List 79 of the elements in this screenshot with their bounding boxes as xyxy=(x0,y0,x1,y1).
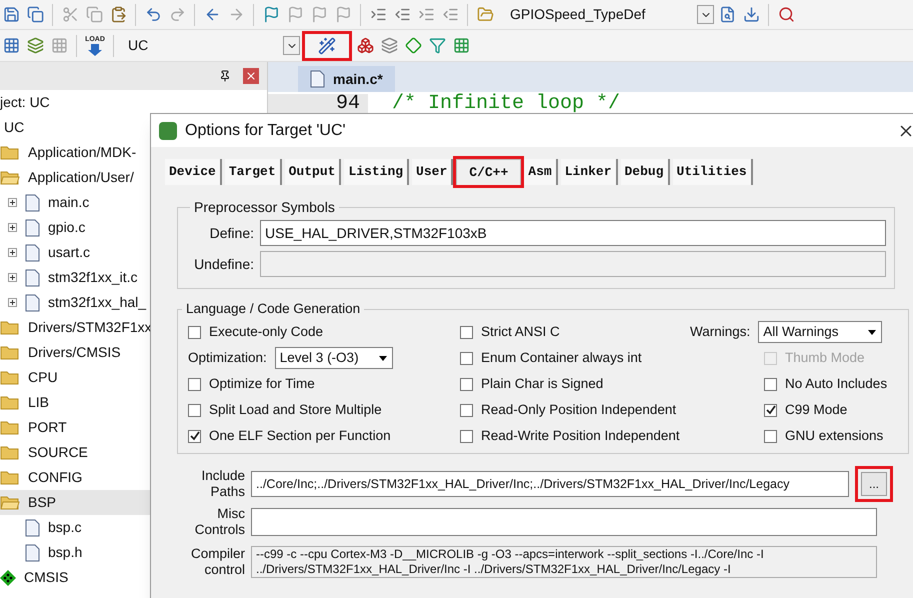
tab[interactable]: User xyxy=(412,159,454,185)
field-label: Compiler control xyxy=(190,546,245,578)
file-icon xyxy=(25,244,40,262)
checkbox-label: Plain Char is Signed xyxy=(481,375,604,394)
checkbox[interactable] xyxy=(188,404,201,417)
checkbox[interactable] xyxy=(764,378,777,391)
checkbox-label: Read-Only Position Independent xyxy=(481,401,676,420)
misc-controls-field[interactable] xyxy=(251,508,877,536)
checkbox-label: Read-Write Position Independent xyxy=(481,427,680,446)
checkbox[interactable] xyxy=(188,326,201,339)
tab[interactable]: Device xyxy=(165,159,222,185)
checkbox[interactable] xyxy=(188,430,201,443)
checkbox[interactable] xyxy=(460,378,473,391)
dropdown[interactable]: Level 3 (-O3) xyxy=(274,347,393,370)
pin-icon[interactable] xyxy=(219,70,231,82)
close-icon xyxy=(245,70,257,82)
include-paths-field[interactable]: ../Core/Inc;../Drivers/STM32F1xx_HAL_Driver/Inc;../Drivers/STM32F1xx_HAL_Driver/Inc/Legacy xyxy=(251,471,849,498)
file-icon xyxy=(25,544,40,562)
field-label: Warnings: xyxy=(690,323,750,342)
tab[interactable]: C/C++ xyxy=(456,159,522,185)
tab[interactable]: Output xyxy=(284,159,342,185)
file-icon xyxy=(25,218,40,236)
options-button[interactable] xyxy=(302,30,352,60)
expand-icon[interactable] xyxy=(8,223,17,232)
checkbox[interactable] xyxy=(764,430,777,443)
tab[interactable]: Utilities xyxy=(672,159,753,185)
expand-icon[interactable] xyxy=(8,273,17,282)
checkbox-label: C99 Mode xyxy=(785,401,848,420)
tab[interactable]: Linker xyxy=(560,159,618,185)
checkbox-label: Split Load and Store Multiple xyxy=(209,401,382,420)
tab[interactable]: Asm xyxy=(524,159,558,185)
group-title: Preprocessor Symbols xyxy=(193,198,336,217)
file-icon xyxy=(25,294,40,312)
tab[interactable]: Debug xyxy=(620,159,670,185)
checkbox[interactable] xyxy=(188,378,201,391)
checkbox-label: Strict ANSI C xyxy=(481,323,560,342)
checkbox[interactable] xyxy=(460,430,473,443)
file-icon xyxy=(310,70,325,88)
dropdown[interactable]: All Warnings xyxy=(758,321,882,344)
field-label: Optimization: xyxy=(188,349,267,368)
browse-button[interactable]: ... xyxy=(861,472,887,496)
project-title: ject: UC xyxy=(0,93,51,112)
arrow-down-icon xyxy=(88,44,102,56)
field-label: Undefine: xyxy=(193,254,254,274)
define-field[interactable]: USE_HAL_DRIVER,STM32F103xB xyxy=(260,220,886,246)
code-comment: /* Infinite loop */ xyxy=(391,94,620,114)
checkbox-label: Execute-only Code xyxy=(209,323,324,342)
checkbox-label: Enum Container always int xyxy=(481,349,642,368)
checkbox[interactable] xyxy=(460,352,473,365)
expand-icon[interactable] xyxy=(8,198,17,207)
expand-icon[interactable] xyxy=(8,248,17,257)
checkbox-label: Thumb Mode xyxy=(785,349,865,368)
symbol-combobox[interactable]: GPIOSpeed_TypeDef xyxy=(502,2,714,26)
file-icon xyxy=(25,194,40,212)
tab[interactable]: Target xyxy=(224,159,282,185)
checkbox-label: No Auto Includes xyxy=(785,375,888,394)
checkbox[interactable] xyxy=(460,326,473,339)
dropdown-button[interactable] xyxy=(697,5,714,24)
target-combobox[interactable]: UC xyxy=(120,34,300,58)
field-label: Define: xyxy=(208,224,254,242)
file-icon xyxy=(25,518,40,536)
app-icon xyxy=(159,122,177,140)
group-title: Language / Code Generation xyxy=(185,300,362,318)
tab[interactable]: Listing xyxy=(344,159,410,185)
compiler-control-text: --c99 -c --cpu Cortex-M3 -D__MICROLIB -g -O3 --apcs=interwork --split_sections -I../Core/Inc -I ../Drivers/STM32F1xx_HAL_Driver/Inc -I ../Drivers/STM32F1xx_HAL_Driver/Inc/Legacy -I xyxy=(251,546,877,578)
magic-wand-icon xyxy=(318,36,336,54)
editor-tab[interactable]: main.c* xyxy=(298,66,395,92)
close-button[interactable] xyxy=(243,68,259,84)
checkbox-label: Optimize for Time xyxy=(209,375,315,394)
file-icon xyxy=(25,268,40,286)
expand-icon[interactable] xyxy=(8,298,17,307)
dropdown-button[interactable] xyxy=(283,36,300,55)
checkbox[interactable] xyxy=(460,404,473,417)
undefine-field[interactable] xyxy=(260,251,886,277)
diamond-icon xyxy=(0,570,16,586)
dialog-title: Options for Target 'UC' xyxy=(185,120,346,140)
checkbox[interactable] xyxy=(764,404,777,417)
checkbox-label: GNU extensions xyxy=(785,427,884,446)
line-number: 94 xyxy=(268,94,368,114)
